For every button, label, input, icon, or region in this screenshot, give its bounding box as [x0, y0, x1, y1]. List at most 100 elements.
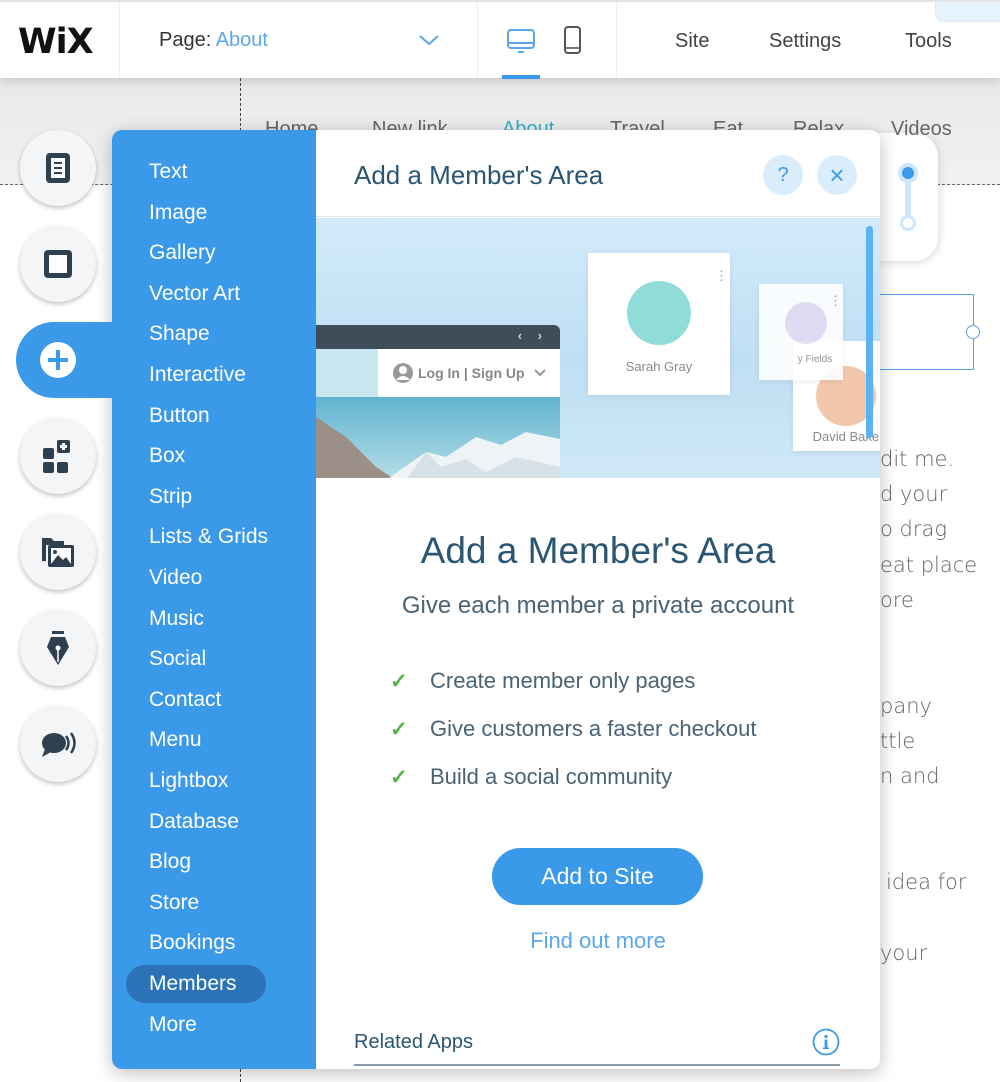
rail-blog-button[interactable]: [20, 610, 96, 686]
mountain-image: [316, 397, 560, 478]
canvas-text-line: d your: [880, 482, 948, 506]
check-icon: ✓: [390, 718, 408, 741]
category-image[interactable]: Image: [126, 194, 266, 232]
add-to-site-button[interactable]: Add to Site: [492, 848, 703, 905]
category-bookings[interactable]: Bookings: [126, 924, 266, 962]
feature-text: Create member only pages: [430, 668, 696, 693]
canvas-text-line: dit me.: [880, 447, 955, 471]
upgrade-chip[interactable]: [935, 2, 1000, 22]
more-options-icon: ⋮: [829, 293, 842, 308]
category-vector-art[interactable]: Vector Art: [126, 275, 266, 313]
category-lightbox[interactable]: Lightbox: [126, 762, 266, 800]
category-lists-grids[interactable]: Lists & Grids: [126, 518, 268, 556]
panel-header-title: Add a Member's Area: [354, 160, 604, 190]
mock-browser-window: ‹ › Log In | Sign Up: [316, 325, 560, 478]
rail-pages-button[interactable]: [20, 130, 96, 206]
chat-icon: [42, 732, 76, 757]
media-icon: [42, 538, 74, 567]
category-more[interactable]: More: [126, 1006, 266, 1044]
feature-text: Build a social community: [430, 764, 673, 789]
rail-background-button[interactable]: [20, 226, 96, 302]
active-device-indicator: [502, 75, 540, 79]
mock-login-bar: Log In | Sign Up: [378, 349, 560, 397]
scrollbar-thumb[interactable]: [866, 226, 873, 438]
menu-site[interactable]: Site: [675, 30, 709, 53]
members-detail-pane: Add a Member's Area ? × ‹ › Log In | Sig…: [316, 130, 880, 1069]
rail-apps-button[interactable]: [20, 418, 96, 494]
wix-logo[interactable]: WiX: [18, 22, 94, 62]
check-icon: ✓: [390, 670, 408, 693]
category-music[interactable]: Music: [126, 600, 266, 638]
rail-ascend-button[interactable]: [20, 706, 96, 782]
feature-item: ✓ Create member only pages: [390, 668, 695, 694]
app-subtitle: Give each member a private account: [401, 592, 795, 619]
category-button[interactable]: Button: [126, 397, 266, 435]
rail-media-button[interactable]: [20, 514, 96, 590]
avatar: [627, 281, 691, 345]
menu-settings[interactable]: Settings: [769, 30, 841, 53]
pen-icon: [47, 631, 69, 665]
info-icon[interactable]: [812, 1028, 840, 1056]
selected-element-frame[interactable]: [878, 294, 974, 370]
help-button[interactable]: ?: [763, 155, 803, 195]
category-members[interactable]: Members: [126, 965, 266, 1003]
divider: [119, 2, 120, 78]
chevron-down-icon[interactable]: [418, 30, 440, 50]
category-store[interactable]: Store: [126, 884, 266, 922]
close-icon: ×: [829, 160, 845, 190]
category-gallery[interactable]: Gallery: [126, 234, 266, 272]
menu-tools[interactable]: Tools: [905, 30, 952, 53]
canvas-text-line: ore: [880, 588, 914, 612]
canvas-text-line: o drag: [880, 517, 947, 541]
member-name: y Fields: [797, 354, 833, 365]
avatar: [785, 302, 827, 344]
question-icon: ?: [777, 164, 789, 186]
user-icon: [393, 363, 413, 383]
apps-icon: [43, 440, 70, 473]
mobile-icon[interactable]: [557, 26, 587, 56]
canvas-text-line: pany: [880, 694, 932, 718]
check-icon: ✓: [390, 766, 408, 789]
page-selector-label: Page:: [159, 29, 212, 51]
mock-strip: [316, 349, 378, 397]
category-database[interactable]: Database: [126, 803, 266, 841]
resize-handle[interactable]: [966, 325, 980, 339]
find-out-more-link[interactable]: Find out more: [316, 928, 880, 954]
page-selector-value: About: [215, 29, 268, 51]
divider: [477, 2, 478, 78]
members-hero-illustration: ‹ › Log In | Sign Up David Baker ⋮ y Fie…: [316, 218, 880, 478]
zoom-handle-end[interactable]: [900, 215, 916, 231]
category-strip[interactable]: Strip: [126, 478, 266, 516]
feature-item: ✓ Give customers a faster checkout: [390, 716, 756, 742]
feature-text: Give customers a faster checkout: [430, 716, 757, 741]
related-apps-label: Related Apps: [354, 1031, 473, 1053]
category-text[interactable]: Text: [126, 153, 266, 191]
background-icon: [44, 250, 72, 278]
mock-login-text: Log In | Sign Up: [418, 365, 525, 381]
plus-icon: [40, 342, 76, 378]
category-shape[interactable]: Shape: [126, 315, 266, 353]
category-contact[interactable]: Contact: [126, 681, 266, 719]
site-nav-videos[interactable]: Videos: [891, 118, 952, 141]
mock-titlebar: ‹ ›: [316, 325, 560, 349]
category-menu[interactable]: Menu: [126, 721, 266, 759]
panel-header: Add a Member's Area ? ×: [316, 130, 880, 217]
more-options-icon: ⋮: [715, 268, 728, 283]
close-button[interactable]: ×: [817, 155, 857, 195]
page-selector[interactable]: Page: About: [159, 29, 268, 52]
canvas-text-line: ttle: [880, 729, 916, 753]
canvas-text-line: n and: [880, 764, 940, 788]
chevron-down-icon: [534, 369, 546, 377]
add-elements-panel: Text Image Gallery Vector Art Shape Interacti…: [112, 130, 880, 1069]
pages-icon: [46, 153, 70, 183]
category-list: Text Image Gallery Vector Art Shape Interacti…: [112, 130, 316, 1069]
category-interactive[interactable]: Interactive: [126, 356, 266, 394]
feature-item: ✓ Build a social community: [390, 764, 672, 790]
category-video[interactable]: Video: [126, 559, 266, 597]
desktop-icon[interactable]: [506, 26, 536, 56]
zoom-handle-active[interactable]: [898, 163, 918, 183]
category-social[interactable]: Social: [126, 640, 266, 678]
category-box[interactable]: Box: [126, 437, 266, 475]
divider: [616, 2, 617, 78]
category-blog[interactable]: Blog: [126, 843, 266, 881]
